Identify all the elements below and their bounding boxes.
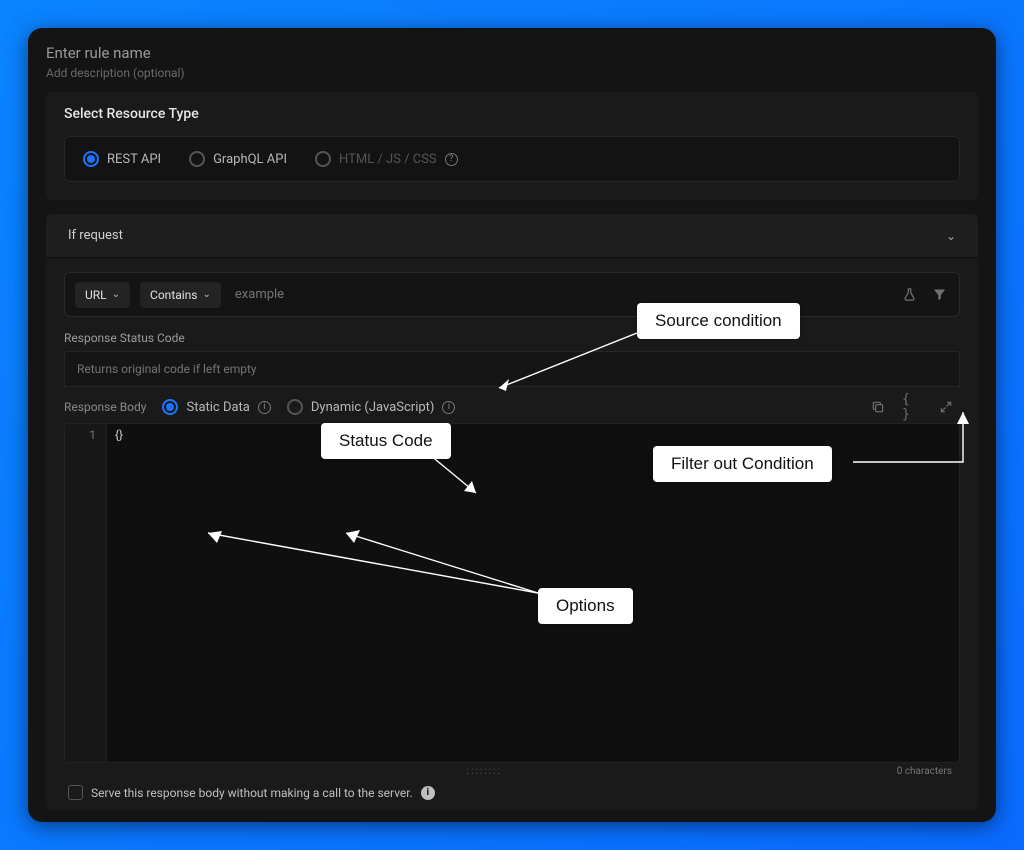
resource-option-html[interactable]: HTML / JS / CSS ? (315, 151, 458, 167)
resource-type-title: Select Resource Type (64, 106, 960, 122)
resource-option-label: HTML / JS / CSS (339, 152, 437, 167)
chevron-down-icon: ⌄ (946, 229, 956, 243)
radio-icon (189, 151, 205, 167)
request-title: If request (68, 228, 123, 243)
resource-option-graphql[interactable]: GraphQL API (189, 151, 287, 167)
resource-type-panel: Select Resource Type REST API GraphQL AP… (46, 92, 978, 200)
body-option-static[interactable]: Static Data i (162, 399, 270, 415)
radio-icon (83, 151, 99, 167)
request-header[interactable]: If request ⌄ (46, 214, 978, 258)
rule-name-input[interactable]: Enter rule name (46, 42, 978, 66)
match-type-select[interactable]: Contains ⌄ (140, 282, 221, 308)
chevron-down-icon: ⌄ (203, 289, 211, 300)
resource-option-rest[interactable]: REST API (83, 151, 161, 167)
match-type-label: Contains (150, 288, 197, 302)
radio-icon (162, 399, 178, 415)
resize-handle-icon[interactable]: :::::::: (72, 766, 897, 777)
expand-icon[interactable] (936, 397, 956, 417)
url-select-label: URL (85, 288, 107, 302)
response-body-label: Response Body (64, 400, 146, 414)
body-option-label: Dynamic (JavaScript) (311, 400, 435, 415)
body-option-dynamic[interactable]: Dynamic (JavaScript) i (287, 399, 456, 415)
info-icon: i (421, 786, 435, 800)
braces-icon[interactable]: { } (902, 397, 922, 417)
radio-icon (315, 151, 331, 167)
status-code-input[interactable] (64, 351, 960, 387)
serve-without-call-checkbox[interactable] (68, 785, 83, 800)
serve-without-call-label: Serve this response body without making … (91, 786, 413, 800)
info-icon: ? (445, 153, 458, 166)
resource-option-label: GraphQL API (213, 152, 287, 167)
chevron-down-icon: ⌄ (112, 289, 120, 300)
resource-type-options: REST API GraphQL API HTML / JS / CSS ? (64, 136, 960, 182)
info-icon: i (258, 401, 271, 414)
character-count: 0 characters (897, 766, 952, 777)
editor-gutter: 1 (65, 424, 107, 762)
filter-icon[interactable] (929, 285, 949, 305)
rule-description-input[interactable]: Add description (optional) (46, 66, 978, 92)
source-url-input[interactable] (231, 281, 889, 308)
request-panel: If request ⌄ URL ⌄ Contains ⌄ (46, 214, 978, 810)
info-icon: i (442, 401, 455, 414)
copy-icon[interactable] (868, 397, 888, 417)
radio-icon (287, 399, 303, 415)
body-option-label: Static Data (186, 400, 249, 415)
rule-editor-window: Enter rule name Add description (optiona… (28, 28, 996, 822)
response-body-editor[interactable]: 1 {} (64, 423, 960, 763)
flask-icon[interactable] (899, 285, 919, 305)
url-select[interactable]: URL ⌄ (75, 282, 130, 308)
editor-code[interactable]: {} (107, 424, 131, 762)
source-condition-row: URL ⌄ Contains ⌄ (64, 272, 960, 317)
resource-option-label: REST API (107, 152, 161, 167)
status-code-label: Response Status Code (64, 331, 960, 345)
